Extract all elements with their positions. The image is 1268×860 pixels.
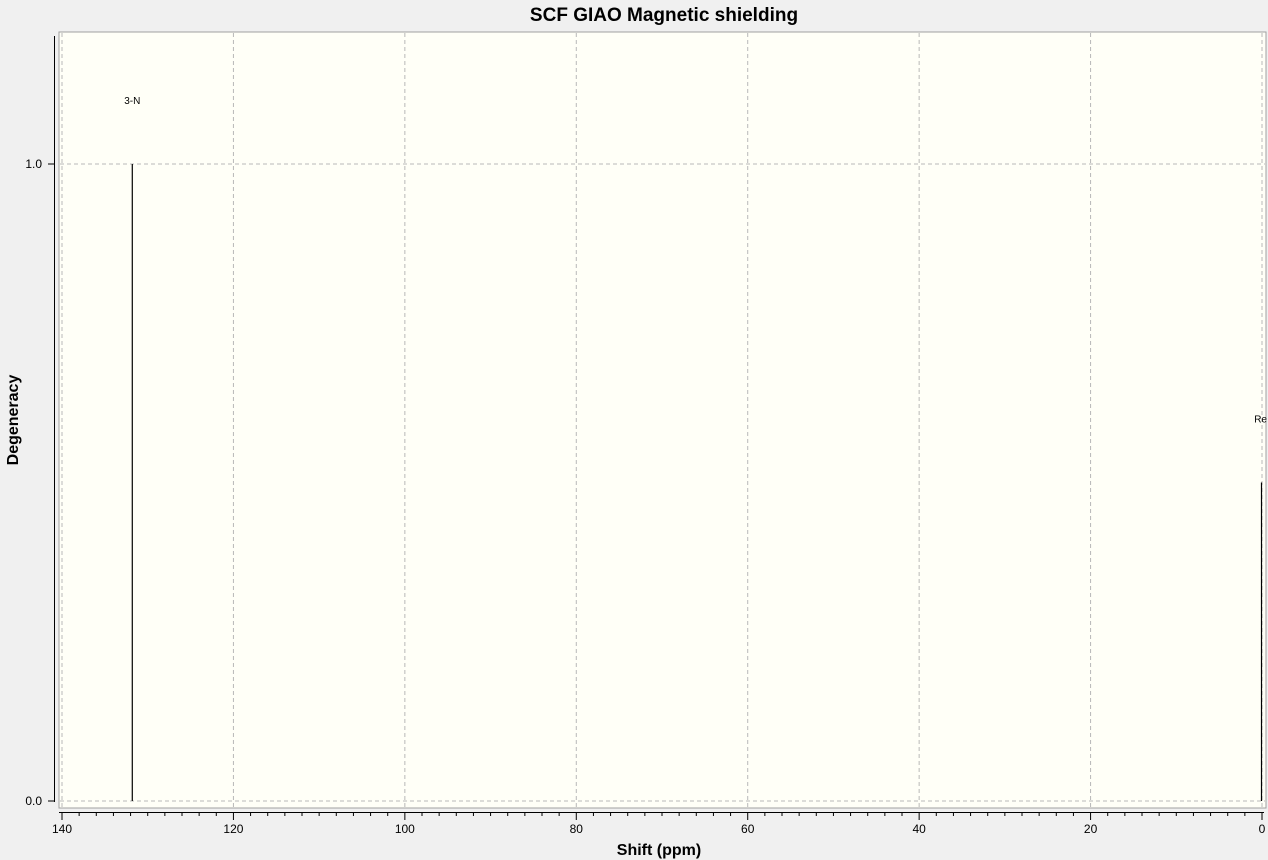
x-tick-label: 0: [1259, 822, 1266, 836]
y-axis-label: Degeneracy: [5, 375, 22, 466]
y-tick-label: 0.0: [25, 794, 42, 808]
chart-title: SCF GIAO Magnetic shielding: [530, 5, 798, 26]
x-tick-label: 100: [395, 822, 415, 836]
x-tick-label: 120: [223, 822, 243, 836]
x-tick-label: 140: [52, 822, 72, 836]
peak-label: Re: [1254, 415, 1267, 426]
peak-label: 3-N: [124, 96, 140, 107]
nmr-spectrum-chart[interactable]: SCF GIAO Magnetic shielding 0.0 1.0 140 12…: [0, 0, 1268, 860]
x-tick-label: 80: [570, 822, 584, 836]
plot-area[interactable]: [58, 31, 1267, 809]
y-tick-label: 1.0: [25, 157, 42, 171]
x-axis-label: Shift (ppm): [617, 842, 701, 859]
x-tick-label: 60: [741, 822, 755, 836]
x-tick-label: 20: [1084, 822, 1098, 836]
chart-window: SCF GIAO Magnetic shielding 0.0 1.0 140 12…: [0, 0, 1268, 860]
x-tick-label: 40: [912, 822, 926, 836]
